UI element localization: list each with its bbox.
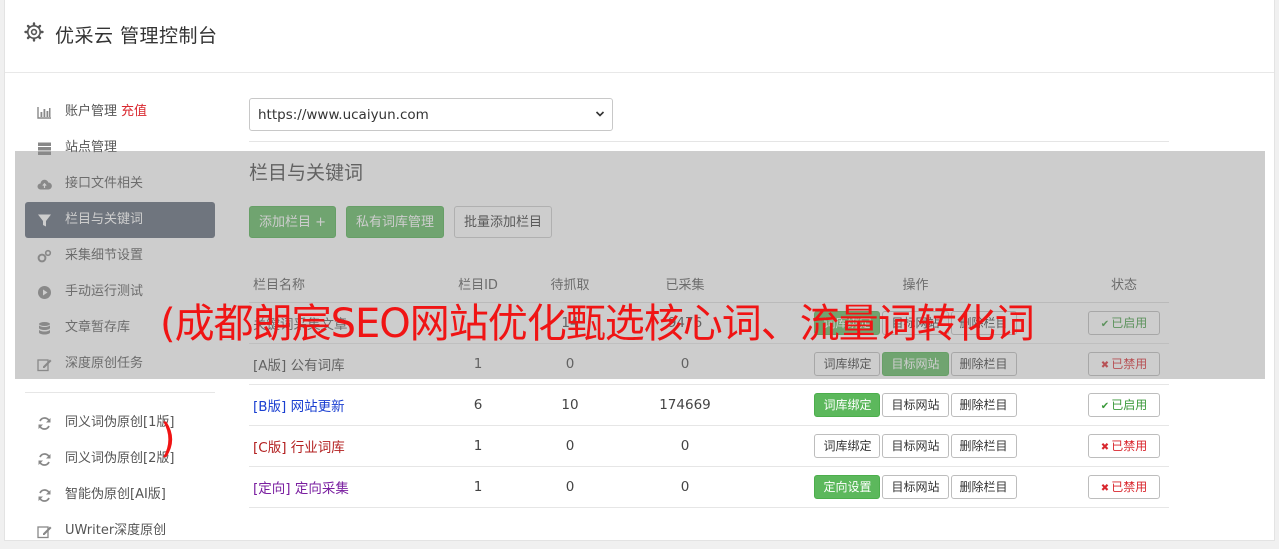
page-title: 优采云 管理控制台 (55, 25, 218, 47)
check-icon: ✔ (1100, 401, 1110, 412)
column-name: 行业词库 (290, 440, 345, 456)
panel-header: 优采云 管理控制台 (5, 0, 1274, 73)
table-row: [B版] 网站更新 6 10 174669 词库绑定 目标网站 删除栏目 ✔ 已启用 (249, 384, 1169, 426)
column-tag: [B版] (253, 399, 287, 415)
status-toggle[interactable]: ✖ 已禁用 (1088, 434, 1160, 458)
status-label: 已禁用 (1111, 439, 1148, 453)
column-tag: [C版] (253, 440, 287, 456)
pending-count[interactable]: 0 (522, 425, 618, 467)
close-icon: ✖ (1100, 483, 1110, 494)
status-label: 已启用 (1111, 398, 1148, 412)
bind-lib-button[interactable]: 词库绑定 (814, 434, 881, 458)
delete-column-button[interactable]: 删除栏目 (950, 434, 1017, 458)
refresh-icon (38, 417, 51, 430)
actions-cell: 词库绑定 目标网站 删除栏目 (752, 425, 1079, 467)
collected-count: 0 (618, 425, 752, 467)
status-cell: ✔ 已启用 (1079, 384, 1169, 426)
delete-column-button[interactable]: 删除栏目 (950, 475, 1017, 499)
gear-icon (24, 22, 44, 42)
column-id: 6 (434, 384, 522, 426)
sidebar-item-synonym-v1[interactable]: 同义词伪原创[1版] (25, 405, 215, 441)
sidebar-item-label: 同义词伪原创[2版] (65, 451, 175, 466)
column-name-cell[interactable]: [B版] 网站更新 (249, 384, 434, 426)
pending-count[interactable]: 10 (522, 384, 618, 426)
collected-count: 174669 (618, 384, 752, 426)
column-tag: [定向] (253, 481, 291, 497)
column-id: 1 (434, 425, 522, 467)
site-select-value: https://www.ucaiyun.com (258, 107, 429, 123)
column-name: 网站更新 (290, 399, 345, 415)
actions-cell: 定向设置 目标网站 删除栏目 (752, 466, 1079, 508)
status-cell: ✖ 已禁用 (1079, 466, 1169, 508)
status-label: 已禁用 (1111, 480, 1148, 494)
sidebar-item-synonym-v2[interactable]: 同义词伪原创[2版] (25, 441, 215, 477)
sidebar-item-label: 账户管理 (65, 104, 118, 119)
status-toggle[interactable]: ✔ 已启用 (1088, 393, 1160, 417)
target-site-button[interactable]: 目标网站 (882, 393, 949, 417)
column-name-cell[interactable]: [定向] 定向采集 (249, 466, 434, 508)
directed-settings-button[interactable]: 定向设置 (814, 475, 881, 499)
delete-column-button[interactable]: 删除栏目 (950, 393, 1017, 417)
sidebar-item-ai-rewrite[interactable]: 智能伪原创[AI版] (25, 477, 215, 513)
sidebar-item-account[interactable]: 账户管理 充值 (25, 94, 215, 130)
sidebar-item-label: UWriter深度原创 (65, 523, 167, 538)
sidebar-divider (25, 392, 215, 393)
column-name: 定向采集 (294, 481, 349, 497)
target-site-button[interactable]: 目标网站 (882, 475, 949, 499)
bar-chart-icon (37, 107, 51, 119)
bind-lib-button[interactable]: 词库绑定 (814, 393, 881, 417)
divider (249, 141, 1169, 142)
column-id: 1 (434, 466, 522, 508)
collected-count: 0 (618, 466, 752, 508)
refresh-icon (38, 453, 51, 466)
refresh-icon (38, 489, 51, 502)
sidebar-item-label: 同义词伪原创[1版] (65, 415, 175, 430)
watermark-text: (成都朗宸SEO网站优化甄选核心词、流量词转化词 (160, 301, 1035, 347)
edit-icon (37, 526, 52, 539)
table-row: [定向] 定向采集 1 0 0 定向设置 目标网站 删除栏目 ✖ 已禁用 (249, 466, 1169, 508)
chevron-down-icon (595, 111, 605, 117)
close-icon: ✖ (1100, 442, 1110, 453)
table-row: [C版] 行业词库 1 0 0 词库绑定 目标网站 删除栏目 ✖ 已禁用 (249, 425, 1169, 467)
recharge-link[interactable]: 充值 (121, 104, 147, 119)
actions-cell: 词库绑定 目标网站 删除栏目 (752, 384, 1079, 426)
pending-count[interactable]: 0 (522, 466, 618, 508)
sidebar-item-uwriter[interactable]: UWriter深度原创 (25, 513, 215, 549)
sidebar-item-label: 智能伪原创[AI版] (65, 487, 166, 502)
status-toggle[interactable]: ✖ 已禁用 (1088, 475, 1160, 499)
status-cell: ✖ 已禁用 (1079, 425, 1169, 467)
column-name-cell[interactable]: [C版] 行业词库 (249, 425, 434, 467)
site-select[interactable]: https://www.ucaiyun.com (249, 98, 613, 131)
watermark-paren: ) (160, 416, 176, 462)
target-site-button[interactable]: 目标网站 (882, 434, 949, 458)
